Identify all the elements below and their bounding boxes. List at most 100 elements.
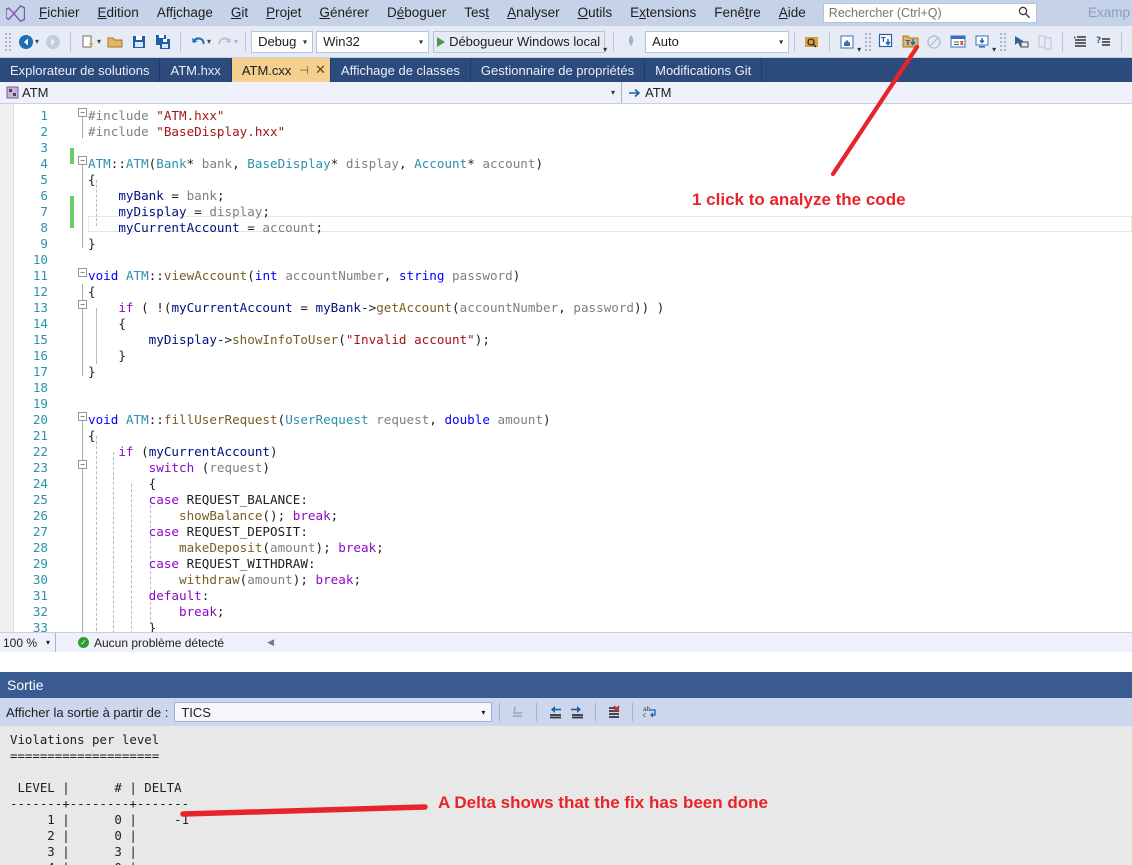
pin-icon[interactable]: ⊣ [299, 64, 309, 77]
fold-toggle-icon[interactable]: − [78, 412, 87, 421]
toggle-wordwrap-icon[interactable]: ab c [640, 701, 662, 723]
tab-gestionnaire-de-propri-t-s[interactable]: Gestionnaire de propriétés [471, 58, 646, 82]
fold-toggle-icon[interactable]: − [78, 460, 87, 469]
find-in-files-icon[interactable] [800, 30, 824, 54]
menu-item-fentre[interactable]: Fenêtre [705, 0, 770, 26]
code-line[interactable]: { [88, 428, 96, 444]
code-line[interactable]: #include "BaseDisplay.hxx" [88, 124, 285, 140]
previous-message-icon[interactable] [544, 701, 566, 723]
zoom-dropdown[interactable]: 100 % ▾ [0, 633, 56, 652]
start-debugging-dropdown-icon[interactable]: ▾ [603, 45, 607, 54]
home-dropdown-icon[interactable]: ▾ [857, 45, 861, 54]
code-line[interactable]: void ATM::fillUserRequest(UserRequest re… [88, 412, 551, 428]
line-number: 27 [32, 524, 48, 539]
menu-item-projet[interactable]: Projet [257, 0, 310, 26]
code-line[interactable]: withdraw(amount); break; [88, 572, 361, 588]
menu-item-outils[interactable]: Outils [569, 0, 622, 26]
fold-toggle-icon[interactable]: − [78, 268, 87, 277]
selection-margin [0, 104, 14, 632]
toolbar-grip[interactable] [999, 31, 1008, 52]
scope-dropdown[interactable]: ATM ▾ [0, 82, 622, 103]
prev-triangle-icon[interactable]: ◀ [267, 637, 274, 648]
select-tool-icon[interactable] [1009, 30, 1033, 54]
tab-modifications-git[interactable]: Modifications Git [645, 58, 763, 82]
menu-item-edition[interactable]: Edition [89, 0, 148, 26]
save-all-icon[interactable] [151, 30, 175, 54]
download-dropdown-icon[interactable]: ▾ [992, 45, 996, 54]
tab-label: ATM.cxx [241, 62, 292, 78]
indent-question-icon[interactable]: ? [1092, 30, 1116, 54]
menu-item-affichage[interactable]: Affichage [148, 0, 222, 26]
menu-item-analyser[interactable]: Analyser [498, 0, 569, 26]
next-message-icon[interactable] [566, 701, 588, 723]
menu-item-test[interactable]: Test [455, 0, 498, 26]
code-line[interactable]: if (myCurrentAccount) [88, 444, 277, 460]
toolbar-grip[interactable] [864, 31, 873, 52]
close-icon[interactable]: ✕ [315, 62, 326, 78]
code-line[interactable]: if ( !(myCurrentAccount = myBank->getAcc… [88, 300, 664, 316]
code-line[interactable]: void ATM::viewAccount(int accountNumber,… [88, 268, 520, 284]
code-editor[interactable]: 1 2 3 4 5 6 7 8 9 10 11 12 13 14 15 16 17 18 19 20 21 22 23 24 2… [0, 104, 1132, 632]
code-line[interactable]: myDisplay = display; [88, 204, 270, 220]
code-line[interactable]: #include "ATM.hxx" [88, 108, 225, 124]
tab-atm-hxx[interactable]: ATM.hxx [160, 58, 232, 82]
script-window-icon[interactable] [946, 30, 970, 54]
menu-item-gnrer[interactable]: Générer [310, 0, 378, 26]
code-line[interactable]: myCurrentAccount = account; [88, 220, 323, 236]
menu-item-extensions[interactable]: Extensions [621, 0, 705, 26]
tics-analyze-icon[interactable]: T [874, 30, 898, 54]
search-input[interactable] [823, 4, 1010, 22]
code-line[interactable]: { [88, 172, 96, 188]
code-line[interactable]: case REQUEST_BALANCE: [88, 492, 308, 508]
code-line[interactable]: switch (request) [88, 460, 270, 476]
code-line[interactable]: { [88, 476, 157, 492]
tics-viewer-icon[interactable]: T [898, 30, 922, 54]
menu-item-fichier[interactable]: Fichier [30, 0, 89, 26]
code-line[interactable]: myDisplay->showInfoToUser("Invalid accou… [88, 332, 490, 348]
menu-item-dboguer[interactable]: Déboguer [378, 0, 455, 26]
tab-affichage-de-classes[interactable]: Affichage de classes [331, 58, 471, 82]
fold-toggle-icon[interactable]: − [78, 156, 87, 165]
open-folder-icon[interactable] [103, 30, 127, 54]
line-number: 1 [40, 108, 48, 123]
menu-item-aide[interactable]: Aide [770, 0, 815, 26]
start-debugging-button[interactable]: Débogueur Windows local [433, 30, 606, 53]
code-line[interactable]: break; [88, 604, 225, 620]
line-number: 33 [32, 620, 48, 632]
output-source-dropdown[interactable]: TICS ▾ [174, 702, 493, 722]
member-dropdown[interactable]: ATM [622, 82, 1132, 103]
code-line[interactable]: ATM::ATM(Bank* bank, BaseDisplay* displa… [88, 156, 543, 172]
problem-status[interactable]: ✓ Aucun problème détecté ◀ [56, 633, 274, 652]
new-item-dropdown-icon[interactable]: ▾ [97, 37, 101, 46]
fold-guide [82, 116, 83, 138]
code-line[interactable]: myBank = bank; [88, 188, 224, 204]
solution-configuration-dropdown[interactable]: Debug ▾ [251, 30, 314, 53]
toolbar-grip[interactable] [4, 31, 12, 52]
home-screen-icon[interactable] [835, 30, 859, 54]
clear-all-icon[interactable] [603, 701, 625, 723]
fold-toggle-icon[interactable]: − [78, 300, 87, 309]
code-line[interactable]: { [88, 316, 126, 332]
search-box[interactable] [822, 3, 1037, 23]
solution-platform-dropdown[interactable]: Win32 ▾ [316, 30, 430, 53]
download-window-icon[interactable] [970, 30, 994, 54]
code-line[interactable]: { [88, 284, 96, 300]
code-line[interactable]: } [88, 236, 96, 252]
code-line[interactable]: default: [88, 588, 210, 604]
tab-atm-cxx[interactable]: ATM.cxx ⊣ ✕ [231, 58, 331, 82]
back-dropdown-icon[interactable]: ▾ [35, 37, 39, 46]
code-line[interactable]: case REQUEST_DEPOSIT: [88, 524, 308, 540]
code-line[interactable]: } [88, 620, 157, 632]
code-line[interactable]: case REQUEST_WITHDRAW: [88, 556, 316, 572]
menu-item-git[interactable]: Git [222, 0, 257, 26]
code-line[interactable]: } [88, 348, 126, 364]
code-line[interactable]: makeDeposit(amount); break; [88, 540, 384, 556]
fold-toggle-icon[interactable]: − [78, 108, 87, 117]
process-dropdown[interactable]: Auto ▾ [645, 30, 790, 53]
tab-explorateur-de-solutions[interactable]: Explorateur de solutions [0, 58, 161, 82]
save-icon[interactable] [127, 30, 151, 54]
indent-list-icon[interactable] [1068, 30, 1092, 54]
code-line[interactable]: } [88, 364, 96, 380]
undo-dropdown-icon[interactable]: ▾ [207, 37, 211, 46]
code-line[interactable]: showBalance(); break; [88, 508, 338, 524]
